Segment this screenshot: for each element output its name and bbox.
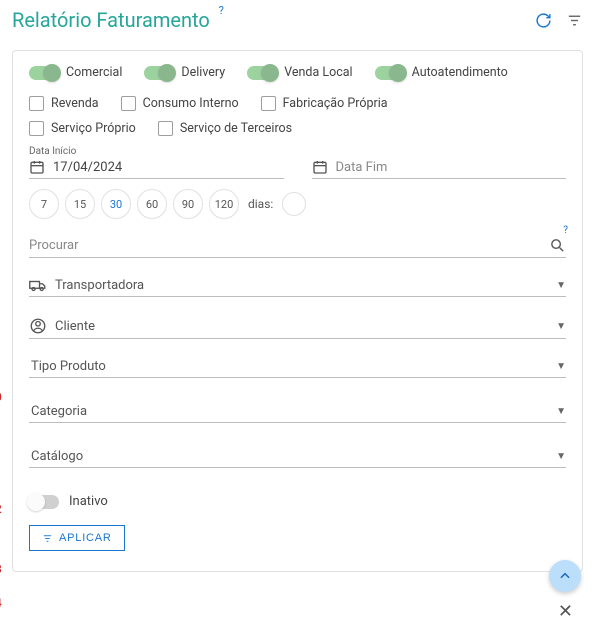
toggle-comercial[interactable]: Comercial (29, 65, 122, 80)
check-revenda[interactable]: Revenda (29, 96, 99, 111)
search-placeholder: Procurar (29, 238, 549, 253)
person-icon (29, 317, 47, 335)
toggle-venda-local-label: Venda Local (284, 65, 352, 80)
toggle-inativo-label: Inativo (69, 494, 108, 509)
date-end-input[interactable]: Data Fim (312, 159, 567, 179)
page-title: Relatório Faturamento ? (12, 8, 210, 32)
date-start-value: 17/04/2024 (53, 160, 122, 175)
annotation-11: 11 (0, 442, 2, 456)
date-end-label: Data Fim (336, 160, 388, 175)
check-servico-proprio-label: Serviço Próprio (51, 121, 136, 136)
refresh-icon[interactable] (535, 12, 552, 29)
chevron-down-icon: ▼ (556, 361, 566, 372)
days-label: dias: (248, 197, 273, 211)
select-catalogo-label: Catálogo (31, 449, 548, 464)
date-start-input[interactable]: 17/04/2024 (29, 159, 284, 179)
day-preset-15[interactable]: 15 (65, 189, 95, 219)
select-cliente-label: Cliente (55, 319, 548, 334)
help-icon[interactable]: ? (219, 4, 224, 17)
toggle-autoatendimento-label: Autoatendimento (412, 65, 508, 80)
day-preset-30[interactable]: 30 (101, 189, 131, 219)
check-servico-terceiros-label: Serviço de Terceiros (180, 121, 292, 136)
select-tipo-produto[interactable]: Tipo Produto ▼ (29, 359, 566, 378)
truck-icon (29, 279, 47, 293)
search-input[interactable]: Procurar ? (29, 237, 566, 258)
help-icon[interactable]: ? (563, 225, 568, 236)
annotation-12: 12 (0, 502, 2, 516)
select-transportadora-label: Transportadora (55, 278, 548, 293)
check-fabricacao-propria-label: Fabricação Própria (283, 96, 388, 111)
search-icon (549, 237, 566, 254)
select-transportadora[interactable]: Transportadora ▼ (29, 278, 566, 297)
check-servico-terceiros[interactable]: Serviço de Terceiros (158, 121, 292, 136)
day-custom-input[interactable] (282, 192, 306, 216)
day-preset-90[interactable]: 90 (173, 189, 203, 219)
calendar-icon (29, 159, 45, 175)
filter-card: Comercial Delivery Venda Local Autoatend… (12, 50, 583, 572)
date-end-label-spacer (312, 146, 567, 157)
chevron-down-icon: ▼ (556, 321, 566, 332)
day-preset-60[interactable]: 60 (137, 189, 167, 219)
check-revenda-label: Revenda (51, 96, 99, 111)
chevron-down-icon: ▼ (556, 451, 566, 462)
annotation-13: 13 (0, 562, 2, 576)
chevron-down-icon: ▼ (556, 280, 566, 291)
select-cliente[interactable]: Cliente ▼ (29, 317, 566, 339)
close-icon[interactable]: ✕ (558, 601, 573, 622)
date-start-label: Data Início (29, 146, 284, 157)
annotation-10: 10 (0, 390, 2, 404)
check-fabricacao-propria[interactable]: Fabricação Própria (261, 96, 388, 111)
select-catalogo[interactable]: Catálogo ▼ (29, 449, 566, 468)
filter-icon[interactable] (566, 12, 583, 29)
toggle-comercial-label: Comercial (66, 65, 122, 80)
toggle-delivery[interactable]: Delivery (144, 65, 225, 80)
chevron-down-icon: ▼ (556, 406, 566, 417)
select-categoria-label: Categoria (31, 404, 548, 419)
page-title-text: Relatório Faturamento (12, 8, 210, 32)
annotation-14: 14 (0, 596, 2, 610)
toggle-autoatendimento[interactable]: Autoatendimento (375, 65, 508, 80)
check-consumo-interno[interactable]: Consumo Interno (121, 96, 239, 111)
toggle-delivery-label: Delivery (181, 65, 225, 80)
select-categoria[interactable]: Categoria ▼ (29, 404, 566, 423)
scroll-top-button[interactable] (549, 560, 581, 592)
day-preset-120[interactable]: 120 (209, 189, 239, 219)
apply-button-label: APLICAR (59, 532, 112, 544)
select-tipo-produto-label: Tipo Produto (31, 359, 548, 374)
check-servico-proprio[interactable]: Serviço Próprio (29, 121, 136, 136)
day-preset-7[interactable]: 7 (29, 189, 59, 219)
calendar-icon (312, 159, 328, 175)
toggle-inativo[interactable] (29, 495, 59, 509)
filter-icon (42, 533, 53, 544)
toggle-venda-local[interactable]: Venda Local (247, 65, 352, 80)
apply-button[interactable]: APLICAR (29, 525, 125, 551)
check-consumo-interno-label: Consumo Interno (143, 96, 239, 111)
